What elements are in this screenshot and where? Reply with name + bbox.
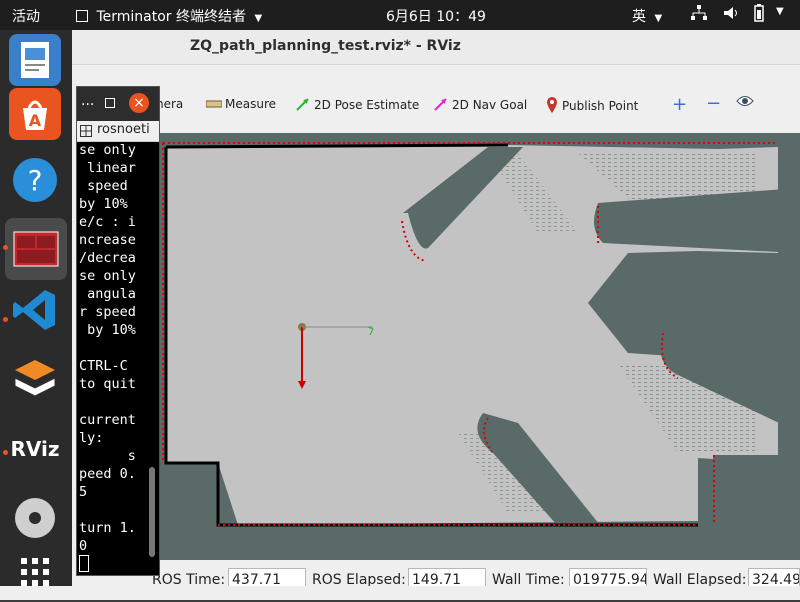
remove-tool-icon[interactable]: − — [706, 93, 721, 114]
pose-estimate-label: 2D Pose Estimate — [314, 98, 420, 112]
svg-text:?: ? — [28, 164, 43, 197]
terminal-app-icon — [76, 10, 88, 22]
nav-goal-label: 2D Nav Goal — [452, 98, 528, 112]
terminal-window[interactable]: ... × rosnoeti se only linear speed by 10… — [76, 86, 160, 576]
terminal-output[interactable]: se only linear speed by 10% e/c : i ncrease… — [79, 141, 159, 561]
nav-goal-tool[interactable]: 2D Nav Goal — [434, 97, 527, 112]
layers-app-icon[interactable] — [9, 350, 61, 402]
close-icon[interactable]: × — [129, 93, 149, 113]
tab-grid-icon — [80, 125, 92, 137]
magenta-arrow-icon — [434, 98, 447, 111]
terminal-line: linear — [79, 160, 136, 176]
volume-icon[interactable] — [722, 4, 740, 26]
terminal-line: ly: — [79, 430, 104, 446]
software-store-icon[interactable]: A — [9, 88, 61, 140]
camera-tool[interactable]: nera — [156, 97, 183, 111]
terminal-line: se only — [79, 268, 136, 284]
terminal-line: /decrea — [79, 250, 136, 266]
app-menu[interactable]: Terminator 终端终结者 ▼ — [76, 6, 262, 26]
terminal-scrollbar[interactable] — [149, 467, 155, 557]
terminal-line: peed 0. — [79, 466, 136, 482]
rviz-icon[interactable]: RViz — [9, 422, 61, 474]
window-title: ZQ_path_planning_test.rviz* - RViz — [190, 38, 461, 54]
input-method-label: 英 — [632, 9, 646, 25]
terminal-line: 5 — [79, 484, 88, 500]
ruler-icon — [205, 100, 223, 108]
dock: A ? RViz — [0, 30, 72, 600]
chevron-down-icon: ▼ — [654, 13, 663, 24]
terminal-line: r speed — [79, 304, 136, 320]
eye-icon[interactable] — [736, 95, 754, 110]
terminal-line: by 10% — [79, 196, 128, 212]
terminal-titlebar[interactable]: ... × — [77, 87, 159, 121]
camera-tool-label: nera — [156, 97, 184, 111]
green-arrow-icon — [296, 98, 309, 111]
add-tool-icon[interactable]: + — [672, 94, 687, 115]
terminal-line: e/c : i — [79, 214, 136, 230]
measure-tool[interactable]: Measure — [205, 97, 276, 111]
system-menu-chevron-icon[interactable]: ▼ — [776, 6, 784, 17]
terminal-line: to quit — [79, 376, 136, 392]
rviz-titlebar[interactable]: ZQ_path_planning_test.rviz* - RViz — [72, 30, 800, 65]
terminal-line: s — [79, 448, 136, 464]
terminal-cursor — [79, 555, 89, 572]
occupancy-map — [158, 142, 800, 560]
terminal-menu-button[interactable]: ... — [81, 93, 94, 109]
running-indicator — [3, 245, 8, 250]
rviz-window: ZQ_path_planning_test.rviz* - RViz nera … — [72, 30, 800, 600]
terminal-line: by 10% — [79, 322, 136, 338]
bottom-left-block — [158, 463, 213, 560]
activities-button[interactable]: 活动 — [12, 6, 40, 26]
terminal-line: speed — [79, 178, 128, 194]
svg-text:A: A — [29, 111, 42, 130]
disc-icon[interactable] — [9, 492, 61, 544]
input-method-indicator[interactable]: 英 ▼ — [632, 6, 662, 26]
terminal-tab-label: rosnoeti — [97, 122, 150, 137]
measure-tool-label: Measure — [225, 97, 276, 111]
terminal-line: CTRL-C — [79, 358, 128, 374]
running-indicator — [3, 450, 8, 455]
maximize-icon[interactable] — [105, 98, 115, 108]
battery-icon[interactable] — [752, 4, 766, 26]
bottom-status-strip — [0, 586, 800, 600]
terminator-icon[interactable] — [5, 218, 67, 280]
clock[interactable]: 6月6日 10：49 — [386, 6, 486, 26]
pose-estimate-tool[interactable]: 2D Pose Estimate — [296, 97, 419, 112]
terminal-line: 0 — [79, 538, 88, 554]
rviz-toolbar: nera Measure 2D Pose Estimate 2D Nav Goa… — [72, 90, 800, 120]
publish-point-label: Publish Point — [562, 99, 639, 113]
app-name: Terminator 终端终结者 — [96, 9, 246, 25]
publish-point-tool[interactable]: Publish Point — [546, 97, 638, 113]
vscode-icon[interactable] — [9, 284, 61, 336]
help-icon[interactable]: ? — [9, 154, 61, 206]
running-indicator — [3, 317, 8, 322]
document-viewer-icon[interactable] — [9, 34, 61, 86]
rviz-logo-text: RViz — [10, 437, 59, 461]
top-bar: 活动 Terminator 终端终结者 ▼ 6月6日 10：49 英 ▼ ▼ — [0, 0, 800, 30]
terminal-line: angula — [79, 286, 136, 302]
terminal-line: se only — [79, 142, 136, 158]
chevron-down-icon: ▼ — [254, 13, 263, 24]
terminal-tab[interactable]: rosnoeti — [77, 121, 159, 142]
terminal-line: turn 1. — [79, 520, 136, 536]
network-icon[interactable] — [690, 4, 708, 26]
map-viewport[interactable] — [158, 133, 800, 560]
terminal-line: ncrease — [79, 232, 136, 248]
terminal-line: current — [79, 412, 136, 428]
map-pin-icon — [547, 97, 557, 113]
bottom-right-block — [713, 455, 800, 560]
